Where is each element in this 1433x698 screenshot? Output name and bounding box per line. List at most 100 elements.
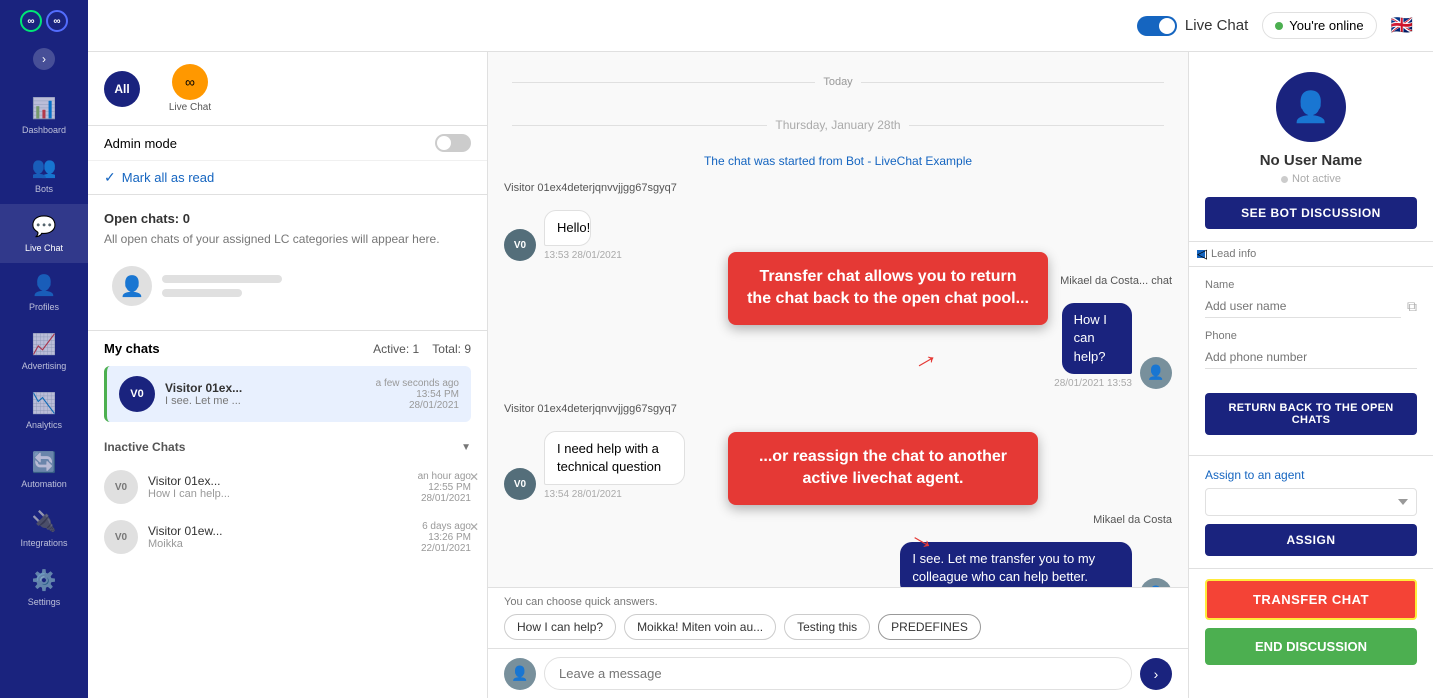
sidebar-item-integrations[interactable]: 🔌 Integrations bbox=[0, 499, 88, 558]
name-input[interactable] bbox=[1205, 295, 1401, 318]
livechat-filter-badge[interactable]: ∞ Live Chat bbox=[150, 64, 230, 113]
sidebar-item-advertising[interactable]: 📈 Advertising bbox=[0, 322, 88, 381]
inactive-chats-header[interactable]: Inactive Chats ▼ bbox=[88, 432, 487, 462]
user-profile-section: 👤 No User Name Not active SEE BOT DISCUS… bbox=[1189, 52, 1433, 242]
msg-time-agent-1: 28/01/2021 13:53 bbox=[1054, 378, 1132, 389]
sidebar-item-dashboard[interactable]: 📊 Dashboard bbox=[0, 86, 88, 145]
language-flag[interactable]: 🇬🇧 bbox=[1391, 15, 1413, 36]
assign-agent-select[interactable] bbox=[1205, 488, 1417, 516]
msg-bubble-agent-2: I see. Let me transfer you to my colleag… bbox=[900, 542, 1132, 587]
my-chats-section: My chats Active: 1 Total: 9 V0 Visitor 0… bbox=[88, 331, 487, 432]
inactive-name-2: Visitor 01ew... bbox=[148, 524, 411, 538]
inactive-info-1: Visitor 01ex... How I can help... bbox=[148, 474, 408, 500]
main-content: All ∞ Live Chat Admin mode ✓ Mark all as… bbox=[88, 52, 1433, 698]
inactive-name-1: Visitor 01ex... bbox=[148, 474, 408, 488]
agent-sender: Mikael da Costa bbox=[504, 514, 1172, 526]
online-label: You're online bbox=[1289, 18, 1363, 33]
active-chat-info: Visitor 01ex... I see. Let me ... bbox=[165, 381, 366, 407]
placeholder-line-2 bbox=[162, 289, 242, 297]
sidebar-item-label-advertising: Advertising bbox=[22, 361, 67, 371]
online-status-badge[interactable]: You're online bbox=[1262, 12, 1376, 39]
user-status: Not active bbox=[1281, 173, 1341, 185]
quick-answer-btn-1[interactable]: How I can help? bbox=[504, 614, 616, 640]
transfer-chat-button[interactable]: TRANSFER CHAT bbox=[1205, 579, 1417, 620]
phone-input[interactable] bbox=[1205, 346, 1417, 369]
agent-avatar-1: 👤 bbox=[1140, 357, 1172, 389]
admin-mode-toggle[interactable] bbox=[435, 134, 471, 152]
phone-field: Phone bbox=[1205, 330, 1417, 369]
mark-all-read-row[interactable]: ✓ Mark all as read bbox=[88, 161, 487, 195]
input-agent-avatar: 👤 bbox=[504, 658, 536, 690]
inactive-avatar-2: V0 bbox=[104, 520, 138, 554]
status-dot bbox=[1281, 176, 1288, 183]
quick-answer-btn-2[interactable]: Moikka! Miten voin au... bbox=[624, 614, 776, 640]
name-field: Name ⧉ bbox=[1205, 279, 1417, 318]
date-divider-full: Thursday, January 28th bbox=[504, 118, 1172, 132]
close-inactive-2[interactable]: ✕ bbox=[469, 520, 479, 534]
livechat-icon: 💬 bbox=[32, 214, 57, 239]
assign-button[interactable]: ASSIGN bbox=[1205, 524, 1417, 556]
msg-bubble-visitor-2: I need help with a technical question bbox=[544, 431, 685, 485]
return-to-open-chats-button[interactable]: RETURN BACK TO THE OPEN CHATS bbox=[1205, 393, 1417, 435]
online-dot bbox=[1275, 22, 1283, 30]
nav-rail-collapse[interactable]: › bbox=[33, 48, 55, 70]
predefines-button[interactable]: PREDEFINES bbox=[878, 614, 981, 640]
quick-answer-btn-3[interactable]: Testing this bbox=[784, 614, 870, 640]
inactive-time-1: an hour ago 12:55 PM 28/01/2021 bbox=[418, 471, 471, 504]
lead-info-collapse[interactable]: ◁ bbox=[1197, 250, 1205, 258]
integrations-icon: 🔌 bbox=[32, 509, 57, 534]
active-chat-avatar: V0 bbox=[119, 376, 155, 412]
system-message: The chat was started from Bot - LiveChat… bbox=[504, 154, 1172, 168]
livechat-filter-icon: ∞ bbox=[172, 64, 208, 100]
active-chat-name: Visitor 01ex... bbox=[165, 381, 366, 395]
my-chats-active: Active: 1 Total: 9 bbox=[373, 342, 471, 356]
date-divider-today: Today bbox=[504, 76, 1172, 88]
relative-container: Today Thursday, January 28th The chat wa… bbox=[488, 52, 1188, 698]
logo-circle-1: ∞ bbox=[20, 10, 42, 32]
message-input[interactable] bbox=[544, 657, 1132, 690]
visitor-avatar-1: V0 bbox=[504, 229, 536, 261]
sidebar-item-automation[interactable]: 🔄 Automation bbox=[0, 440, 88, 499]
name-field-label: Name bbox=[1205, 279, 1417, 291]
copy-icon[interactable]: ⧉ bbox=[1407, 298, 1417, 315]
livechat-filter-label: Live Chat bbox=[169, 102, 211, 113]
bottom-buttons: TRANSFER CHAT END DISCUSSION bbox=[1189, 568, 1433, 675]
msg-row-agent-2: 👤 I see. Let me transfer you to my colle… bbox=[504, 542, 1172, 587]
visitor-sender-id-1: Visitor 01ex4deterjqnvvjjgg67sgyq7 bbox=[504, 182, 1172, 194]
sidebar-item-livechat[interactable]: 💬 Live Chat bbox=[0, 204, 88, 263]
quick-answers-list: How I can help? Moikka! Miten voin au...… bbox=[504, 614, 1172, 640]
user-name: No User Name bbox=[1260, 152, 1363, 169]
livechat-toggle-switch[interactable] bbox=[1137, 16, 1177, 36]
all-badge[interactable]: All bbox=[104, 71, 140, 107]
sidebar-item-profiles[interactable]: 👤 Profiles bbox=[0, 263, 88, 322]
left-panel-header: All ∞ Live Chat bbox=[88, 52, 487, 126]
sidebar-item-settings[interactable]: ⚙️ Settings bbox=[0, 558, 88, 617]
mark-all-read-text: Mark all as read bbox=[122, 170, 214, 185]
msg-time-1: 13:53 28/01/2021 bbox=[544, 250, 622, 261]
inactive-chat-item[interactable]: V0 Visitor 01ex... How I can help... an … bbox=[88, 462, 487, 512]
logo: ∞ ∞ bbox=[20, 10, 68, 32]
close-inactive-1[interactable]: ✕ bbox=[469, 470, 479, 484]
advertising-icon: 📈 bbox=[32, 332, 57, 357]
send-button[interactable]: › bbox=[1140, 658, 1172, 690]
left-panel: All ∞ Live Chat Admin mode ✓ Mark all as… bbox=[88, 52, 488, 698]
msg-bubble-visitor-1: Hello! bbox=[544, 210, 591, 246]
livechat-toggle[interactable]: Live Chat bbox=[1137, 16, 1248, 36]
open-chats-section: Open chats: 0 All open chats of your ass… bbox=[88, 195, 487, 331]
inactive-time-2: 6 days ago 13:26 PM 22/01/2021 bbox=[421, 521, 471, 554]
see-bot-discussion-button[interactable]: SEE BOT DISCUSSION bbox=[1205, 197, 1417, 229]
sidebar-item-analytics[interactable]: 📉 Analytics bbox=[0, 381, 88, 440]
inactive-chat-item-2[interactable]: V0 Visitor 01ew... Moikka 6 days ago 13:… bbox=[88, 512, 487, 562]
sidebar-item-label-livechat: Live Chat bbox=[25, 243, 63, 253]
active-chat-item[interactable]: V0 Visitor 01ex... I see. Let me ... a f… bbox=[104, 366, 471, 422]
sidebar-item-bots[interactable]: 👥 Bots bbox=[0, 145, 88, 204]
bots-icon: 👥 bbox=[32, 155, 57, 180]
end-discussion-button[interactable]: END DISCUSSION bbox=[1205, 628, 1417, 665]
placeholder-avatar: 👤 bbox=[112, 266, 152, 306]
user-avatar-large: 👤 bbox=[1276, 72, 1346, 142]
toggle-thumb bbox=[437, 136, 451, 150]
sidebar-item-label-analytics: Analytics bbox=[26, 420, 62, 430]
chevron-down-icon: ▼ bbox=[461, 442, 471, 453]
placeholder-user: 👤 bbox=[104, 258, 471, 314]
analytics-icon: 📉 bbox=[32, 391, 57, 416]
